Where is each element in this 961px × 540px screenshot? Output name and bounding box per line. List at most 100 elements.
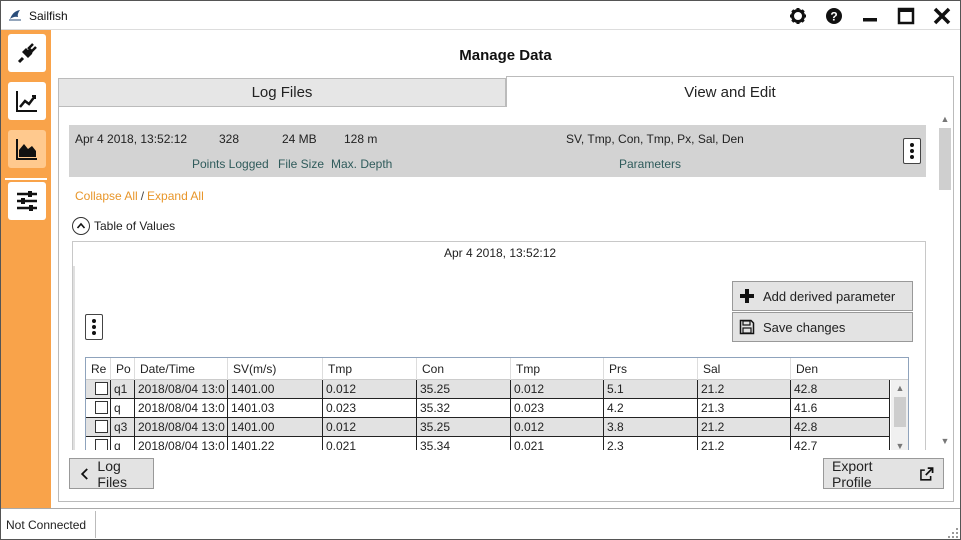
row-checkbox[interactable]: [95, 382, 108, 395]
log-date: Apr 4 2018, 13:52:12: [75, 132, 188, 146]
cell-datetime[interactable]: 2018/08/04 13:0: [135, 418, 228, 436]
cell-tmp2[interactable]: 0.023: [511, 399, 604, 417]
help-icon[interactable]: ?: [823, 5, 845, 27]
cell-tmp2[interactable]: 0.021: [511, 437, 604, 450]
cell-po[interactable]: q: [111, 437, 135, 450]
column-header-re[interactable]: Re: [86, 358, 111, 380]
grid-scrollbar[interactable]: ▲ ▼: [891, 380, 908, 450]
sidebar-item-connect[interactable]: [8, 34, 46, 72]
table-row[interactable]: q 2018/08/04 13:0 1401.03 0.023 35.32 0.…: [86, 399, 890, 418]
grid-scroll-thumb[interactable]: [894, 397, 906, 427]
points-logged-value: 328: [219, 132, 240, 146]
points-logged-label: Points Logged: [192, 157, 269, 171]
scroll-up-icon[interactable]: ▲: [937, 111, 953, 127]
cell-datetime[interactable]: 2018/08/04 13:0: [135, 380, 228, 398]
tab-view-and-edit[interactable]: View and Edit: [506, 76, 954, 107]
cell-con[interactable]: 35.32: [417, 399, 511, 417]
column-header-sv[interactable]: SV(m/s): [228, 358, 323, 380]
content-scrollbar[interactable]: ▲ ▼: [937, 111, 953, 451]
cell-tmp2[interactable]: 0.012: [511, 418, 604, 436]
sliders-icon: [17, 191, 37, 211]
grid-scroll-down-icon[interactable]: ▼: [891, 438, 908, 450]
gear-icon[interactable]: [787, 5, 809, 27]
cell-tmp[interactable]: 0.021: [323, 437, 417, 450]
cell-den[interactable]: 42.8: [791, 418, 890, 436]
cell-datetime[interactable]: 2018/08/04 13:0: [135, 437, 228, 450]
cell-sv[interactable]: 1401.00: [228, 380, 323, 398]
table-row[interactable]: q3 2018/08/04 13:0 1401.00 0.012 35.25 0…: [86, 418, 890, 437]
cell-sv[interactable]: 1401.00: [228, 418, 323, 436]
tab-log-files[interactable]: Log Files: [58, 78, 506, 107]
column-header-prs[interactable]: Prs: [604, 358, 698, 380]
column-header-tmp[interactable]: Tmp: [323, 358, 417, 380]
cell-tmp[interactable]: 0.012: [323, 380, 417, 398]
collapse-all-link[interactable]: Collapse All: [75, 189, 138, 203]
grid-scroll-up-icon[interactable]: ▲: [891, 380, 908, 396]
cell-sal[interactable]: 21.3: [698, 399, 791, 417]
cell-den[interactable]: 42.8: [791, 380, 890, 398]
cell-sal[interactable]: 21.2: [698, 437, 791, 450]
table-row[interactable]: q 2018/08/04 13:0 1401.22 0.021 35.34 0.…: [86, 437, 890, 450]
main-panel: Manage Data Log Files View and Edit Apr …: [51, 30, 960, 508]
cell-sal[interactable]: 21.2: [698, 380, 791, 398]
cell-con[interactable]: 35.34: [417, 437, 511, 450]
cell-po[interactable]: q1: [111, 380, 135, 398]
cell-tmp2[interactable]: 0.012: [511, 380, 604, 398]
summary-menu-icon[interactable]: [903, 138, 921, 164]
cell-sal[interactable]: 21.2: [698, 418, 791, 436]
table-of-values-header[interactable]: Table of Values: [72, 217, 175, 235]
row-checkbox[interactable]: [95, 401, 108, 414]
column-header-tmp2[interactable]: Tmp: [511, 358, 604, 380]
table-of-values-label: Table of Values: [94, 219, 176, 233]
tab-bar: Log Files View and Edit: [58, 76, 954, 107]
plug-icon: [17, 43, 37, 64]
cell-prs[interactable]: 4.2: [604, 399, 698, 417]
resize-grip-icon[interactable]: [948, 527, 958, 538]
export-profile-button[interactable]: Export Profile: [823, 458, 944, 490]
save-changes-button[interactable]: Save changes: [732, 312, 913, 342]
scroll-down-icon[interactable]: ▼: [937, 433, 953, 449]
cell-sv[interactable]: 1401.22: [228, 437, 323, 450]
cell-tmp[interactable]: 0.023: [323, 399, 417, 417]
cell-po[interactable]: q: [111, 399, 135, 417]
panel-edge: [73, 266, 75, 450]
window-title: Sailfish: [29, 9, 68, 23]
cell-prs[interactable]: 2.3: [604, 437, 698, 450]
cell-con[interactable]: 35.25: [417, 418, 511, 436]
max-depth-label: Max. Depth: [331, 157, 393, 171]
column-header-datetime[interactable]: Date/Time: [135, 358, 228, 380]
close-icon[interactable]: [931, 5, 953, 27]
collapse-expand-row: Collapse All / Expand All: [75, 189, 204, 203]
cell-datetime[interactable]: 2018/08/04 13:0: [135, 399, 228, 417]
scroll-thumb[interactable]: [939, 128, 951, 190]
expand-all-link[interactable]: Expand All: [147, 189, 204, 203]
table-menu-icon[interactable]: [85, 314, 103, 340]
area-chart-icon: [16, 139, 37, 160]
column-header-po[interactable]: Po: [111, 358, 135, 380]
cell-tmp[interactable]: 0.012: [323, 418, 417, 436]
cell-prs[interactable]: 3.8: [604, 418, 698, 436]
table-row[interactable]: q1 2018/08/04 13:0 1401.00 0.012 35.25 0…: [86, 380, 890, 399]
column-header-den[interactable]: Den: [791, 358, 885, 380]
column-header-sal[interactable]: Sal: [698, 358, 791, 380]
line-chart-icon: [16, 91, 37, 112]
cell-den[interactable]: 42.7: [791, 437, 890, 450]
external-link-icon: [920, 466, 934, 481]
add-derived-parameter-button[interactable]: Add derived parameter: [732, 281, 913, 311]
minimize-icon[interactable]: [859, 5, 881, 27]
sidebar-item-data[interactable]: [8, 130, 46, 168]
cell-sv[interactable]: 1401.03: [228, 399, 323, 417]
row-checkbox[interactable]: [95, 420, 108, 433]
sidebar-item-settings[interactable]: [8, 182, 46, 220]
add-derived-parameter-label: Add derived parameter: [763, 288, 896, 304]
maximize-icon[interactable]: [895, 5, 917, 27]
cell-den[interactable]: 41.6: [791, 399, 890, 417]
row-checkbox[interactable]: [95, 439, 108, 450]
cell-prs[interactable]: 5.1: [604, 380, 698, 398]
column-header-con[interactable]: Con: [417, 358, 511, 380]
sidebar-item-graph[interactable]: [8, 82, 46, 120]
chevron-up-icon[interactable]: [72, 217, 90, 235]
cell-con[interactable]: 35.25: [417, 380, 511, 398]
cell-po[interactable]: q3: [111, 418, 135, 436]
back-to-log-files-button[interactable]: Log Files: [69, 458, 154, 490]
